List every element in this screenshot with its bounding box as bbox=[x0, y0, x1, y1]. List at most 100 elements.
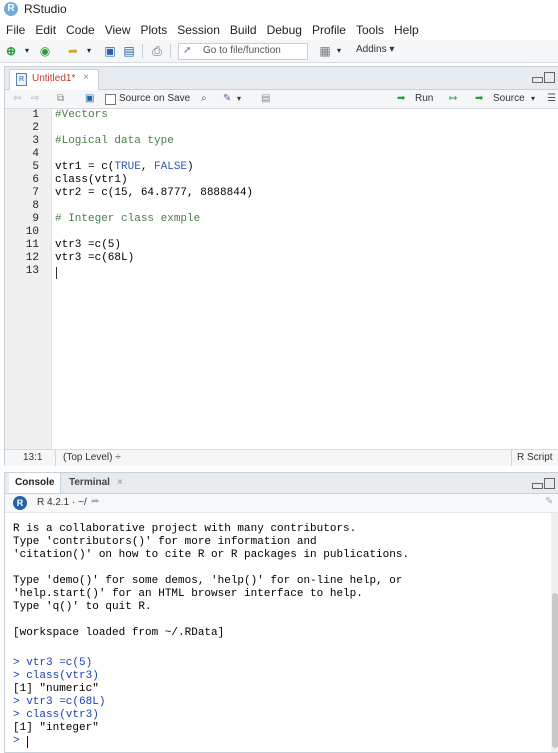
run-arrow-icon: ➡ bbox=[397, 93, 406, 104]
console-cursor bbox=[27, 736, 28, 748]
menu-debug[interactable]: Debug bbox=[267, 23, 302, 37]
code-line: vtr3 =c(68L) bbox=[55, 252, 135, 264]
clear-console-icon[interactable]: ✎ bbox=[545, 496, 553, 507]
console-scrollbar-thumb[interactable] bbox=[552, 593, 558, 748]
line-number: 2 bbox=[32, 122, 39, 134]
maximize-console-icon[interactable] bbox=[544, 478, 555, 489]
tab-console[interactable]: Console bbox=[9, 473, 62, 493]
r-logo-icon: R bbox=[13, 496, 27, 510]
back-arrow-icon[interactable]: ⇦ bbox=[13, 93, 21, 104]
tab-untitled1[interactable]: R Untitled1* × bbox=[9, 69, 99, 90]
open-file-icon[interactable]: ➦ bbox=[66, 44, 80, 58]
minimize-console-icon[interactable] bbox=[532, 483, 543, 489]
menu-plots[interactable]: Plots bbox=[141, 23, 168, 37]
menu-view[interactable]: View bbox=[105, 23, 131, 37]
code-line: vtr1 = c(TRUE, FALSE) bbox=[55, 161, 194, 173]
code-tools-dropdown-icon[interactable]: ▾ bbox=[237, 94, 241, 103]
console-prompt[interactable]: > bbox=[13, 735, 26, 747]
source-button[interactable]: Source bbox=[493, 93, 525, 104]
line-number: 9 bbox=[32, 213, 39, 225]
save-all-icon[interactable]: ▤ bbox=[122, 44, 136, 58]
source-on-save-label: Source on Save bbox=[119, 93, 191, 104]
save-icon[interactable]: ▣ bbox=[103, 44, 117, 58]
compile-report-icon[interactable]: ▤ bbox=[261, 93, 270, 104]
go-to-arrow-icon: ➚ bbox=[183, 45, 192, 56]
menu-file[interactable]: File bbox=[6, 23, 25, 37]
source-pane: R Untitled1* × ⇦ ⇨ ⧉ ▣ Source on Save ⌕ … bbox=[4, 66, 558, 466]
line-number: 1 bbox=[32, 109, 39, 121]
console-input-line: > vtr3 =c(68L) bbox=[13, 696, 106, 708]
source-dropdown-icon[interactable]: ▾ bbox=[531, 94, 535, 103]
menu-tools[interactable]: Tools bbox=[356, 23, 384, 37]
r-file-icon: R bbox=[16, 73, 27, 86]
go-to-working-dir-icon[interactable]: ➦ bbox=[91, 496, 99, 507]
console-line: Type 'demo()' for some demos, 'help()' f… bbox=[13, 575, 403, 587]
console-input-line: > class(vtr3) bbox=[13, 670, 99, 682]
toolbar-divider bbox=[142, 44, 143, 58]
console-output[interactable]: R is a collaborative project with many c… bbox=[5, 513, 551, 752]
rerun-icon[interactable]: ↦ bbox=[449, 93, 457, 104]
find-icon[interactable]: ⌕ bbox=[201, 93, 207, 104]
forward-arrow-icon[interactable]: ⇨ bbox=[31, 93, 39, 104]
close-tab-icon[interactable]: × bbox=[83, 72, 89, 83]
file-type-selector[interactable]: R Script bbox=[517, 452, 553, 463]
go-to-file-placeholder: Go to file/function bbox=[203, 45, 281, 56]
code-editor[interactable]: 1 2 3 4 5 6 7 8 9 10 11 12 13 #Vectors #… bbox=[5, 109, 558, 449]
source-tab-bar: R Untitled1* × bbox=[5, 67, 558, 90]
line-number: 10 bbox=[25, 226, 39, 238]
source-on-save-checkbox[interactable] bbox=[105, 94, 116, 105]
code-line: class(vtr1) bbox=[55, 174, 128, 186]
r-version-path: R 4.2.1 · ~/ bbox=[37, 497, 87, 508]
minimize-pane-icon[interactable] bbox=[532, 77, 543, 83]
console-info-bar: R R 4.2.1 · ~/ ➦ ✎ bbox=[5, 494, 558, 513]
console-line: 'help.start()' for an HTML browser inter… bbox=[13, 588, 363, 600]
window-title: RStudio bbox=[24, 2, 67, 16]
menu-profile[interactable]: Profile bbox=[312, 23, 346, 37]
pane-layout-dropdown-icon[interactable]: ▾ bbox=[332, 44, 346, 58]
tab-terminal[interactable]: Terminal bbox=[63, 473, 116, 493]
outline-icon[interactable]: ☰ bbox=[547, 93, 556, 104]
code-line: vtr2 = c(15, 64.8777, 8888844) bbox=[55, 187, 254, 199]
menu-build[interactable]: Build bbox=[230, 23, 257, 37]
new-file-icon[interactable]: ⊕ bbox=[4, 44, 18, 58]
show-in-window-icon[interactable]: ⧉ bbox=[57, 93, 64, 104]
editor-status-bar: 13:1 (Top Level) ÷ R Script bbox=[5, 449, 558, 466]
source-toolbar: ⇦ ⇨ ⧉ ▣ Source on Save ⌕ ✎ ▾ ▤ ➡ Run ↦ ➡… bbox=[5, 90, 558, 109]
go-to-file-input[interactable]: ➚ Go to file/function bbox=[178, 43, 308, 60]
pane-layout-icon[interactable]: ▦ bbox=[318, 44, 332, 58]
menu-edit[interactable]: Edit bbox=[35, 23, 56, 37]
source-arrow-icon: ➡ bbox=[475, 93, 484, 104]
console-line: 'citation()' on how to cite R or R packa… bbox=[13, 549, 410, 561]
line-number: 6 bbox=[32, 174, 39, 186]
console-line: Type 'contributors()' for more informati… bbox=[13, 536, 317, 548]
print-icon[interactable]: ⎙ bbox=[150, 44, 164, 58]
title-bar: R RStudio bbox=[0, 0, 558, 18]
new-file-dropdown-icon[interactable]: ▾ bbox=[20, 44, 34, 58]
new-project-icon[interactable]: ◉ bbox=[38, 44, 52, 58]
line-number: 4 bbox=[32, 148, 39, 160]
line-number: 7 bbox=[32, 187, 39, 199]
run-button[interactable]: Run bbox=[415, 93, 433, 104]
menu-code[interactable]: Code bbox=[66, 23, 95, 37]
line-number: 11 bbox=[25, 239, 39, 251]
code-line: #Vectors bbox=[55, 109, 108, 121]
menu-help[interactable]: Help bbox=[394, 23, 419, 37]
line-number: 8 bbox=[32, 200, 39, 212]
console-output-line: [1] "numeric" bbox=[13, 683, 99, 695]
menu-bar: File Edit Code View Plots Session Build … bbox=[0, 20, 558, 40]
close-terminal-icon[interactable]: × bbox=[117, 477, 123, 488]
console-pane: Console Terminal × R R 4.2.1 · ~/ ➦ ✎ R … bbox=[4, 472, 558, 753]
scope-selector[interactable]: (Top Level) ÷ bbox=[63, 452, 121, 463]
line-number: 12 bbox=[25, 252, 39, 264]
menu-session[interactable]: Session bbox=[177, 23, 220, 37]
addins-button[interactable]: Addins ▾ bbox=[356, 44, 394, 55]
open-recent-dropdown-icon[interactable]: ▾ bbox=[82, 44, 96, 58]
maximize-pane-icon[interactable] bbox=[544, 72, 555, 83]
console-line: R is a collaborative project with many c… bbox=[13, 523, 357, 535]
save-file-icon[interactable]: ▣ bbox=[85, 93, 94, 104]
code-line: vtr3 =c(5) bbox=[55, 239, 122, 251]
cursor-position: 13:1 bbox=[23, 452, 43, 463]
tab-label: Untitled1* bbox=[32, 73, 76, 84]
code-tools-icon[interactable]: ✎ bbox=[223, 93, 231, 104]
toolbar-divider bbox=[170, 44, 171, 58]
